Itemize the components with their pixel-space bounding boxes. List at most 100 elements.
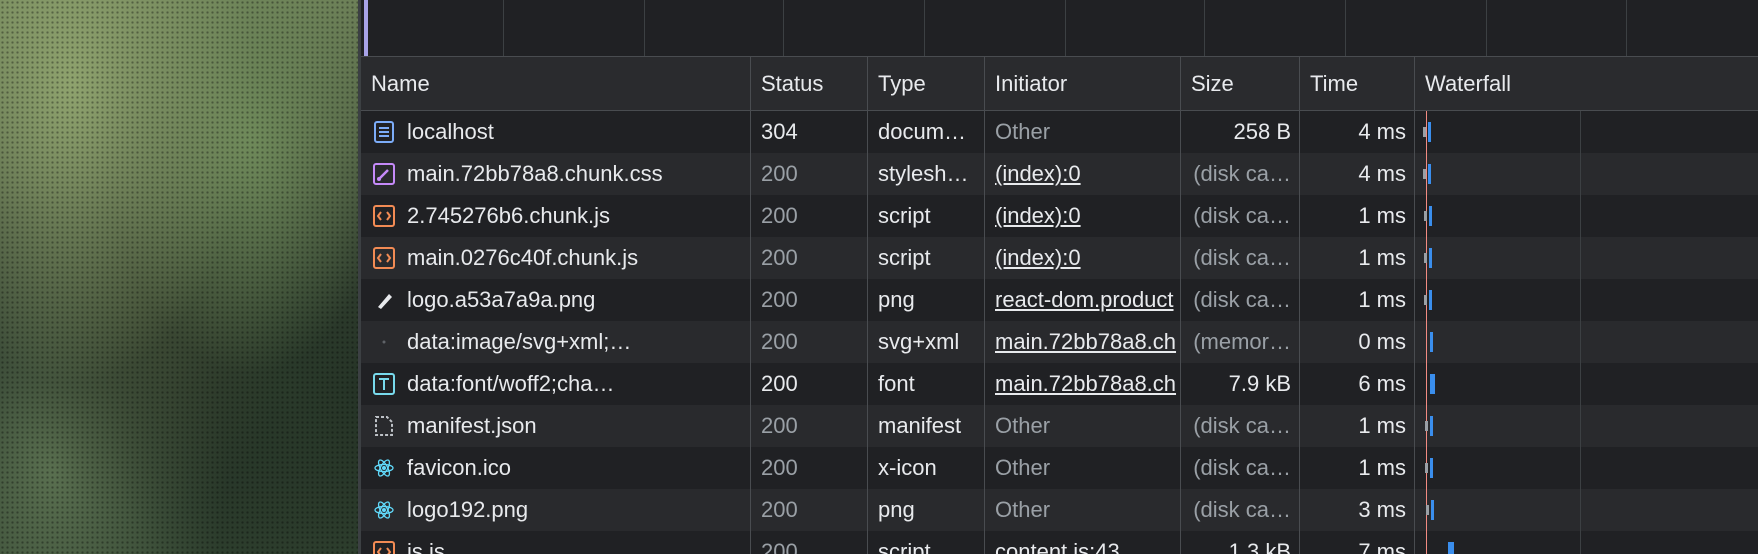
request-name-cell[interactable]: data:image/svg+xml;…	[361, 321, 751, 363]
request-row[interactable]: data:image/svg+xml;… 200 svg+xml main.72bb7…	[361, 321, 1758, 363]
waterfall-queue-bar	[1423, 127, 1426, 137]
overview-grid-line	[1065, 0, 1066, 56]
request-time-cell: 0 ms	[1300, 321, 1415, 363]
column-header-size[interactable]: Size	[1181, 57, 1300, 110]
request-name-cell[interactable]: main.0276c40f.chunk.js	[361, 237, 751, 279]
request-status-cell: 200	[751, 489, 868, 531]
request-initiator-cell[interactable]: react-dom.product	[985, 279, 1181, 321]
request-waterfall-cell	[1415, 279, 1758, 321]
request-type-cell: stylesh…	[868, 153, 985, 195]
request-name-cell[interactable]: logo192.png	[361, 489, 751, 531]
request-name-cell[interactable]: data:font/woff2;cha…	[361, 363, 751, 405]
column-header-waterfall[interactable]: Waterfall	[1415, 57, 1758, 110]
request-name-cell[interactable]: js.js	[361, 531, 751, 554]
column-header-initiator[interactable]: Initiator	[985, 57, 1181, 110]
waterfall-timing-bar[interactable]	[1428, 206, 1432, 226]
waterfall-timing-bar[interactable]	[1430, 500, 1434, 520]
overview-grid-line	[1626, 0, 1627, 56]
waterfall-grid-line	[1580, 363, 1581, 405]
request-time-cell: 4 ms	[1300, 111, 1415, 153]
overview-grid-line	[1345, 0, 1346, 56]
request-row[interactable]: 2.745276b6.chunk.js 200 script (index):0 (di…	[361, 195, 1758, 237]
request-waterfall-cell	[1415, 363, 1758, 405]
request-waterfall-cell	[1415, 489, 1758, 531]
request-time-cell: 1 ms	[1300, 447, 1415, 489]
request-row[interactable]: logo.a53a7a9a.png 200 png react-dom.product…	[361, 279, 1758, 321]
request-time-cell: 1 ms	[1300, 237, 1415, 279]
request-status-cell: 200	[751, 405, 868, 447]
request-row[interactable]: localhost 304 docume… Other 258 B4 ms	[361, 111, 1758, 153]
column-header-time[interactable]: Time	[1300, 57, 1415, 110]
waterfall-grid-line	[1580, 153, 1581, 195]
column-header-status[interactable]: Status	[751, 57, 868, 110]
request-row[interactable]: logo192.png 200 png Other (disk ca… 3 ms	[361, 489, 1758, 531]
request-size-cell: (disk ca…	[1181, 195, 1300, 237]
request-waterfall-cell	[1415, 111, 1758, 153]
request-status-cell: 200	[751, 363, 868, 405]
request-waterfall-cell	[1415, 531, 1758, 554]
request-size-cell: 7.9 kB	[1181, 363, 1300, 405]
waterfall-timing-bar[interactable]	[1429, 374, 1435, 394]
waterfall-timing-bar[interactable]	[1428, 164, 1432, 184]
request-initiator-cell[interactable]: main.72bb78a8.ch	[985, 363, 1181, 405]
waterfall-queue-bar	[1423, 169, 1427, 179]
waterfall-queue-bar	[1425, 505, 1429, 515]
request-initiator-cell[interactable]: content.js:43	[985, 531, 1181, 554]
request-initiator-cell[interactable]: main.72bb78a8.ch	[985, 321, 1181, 363]
request-name-cell[interactable]: localhost	[361, 111, 751, 153]
request-size-cell: (disk ca…	[1181, 489, 1300, 531]
react-icon	[373, 457, 395, 479]
script-icon	[373, 541, 395, 554]
font-icon	[373, 373, 395, 395]
waterfall-timing-bar[interactable]	[1428, 122, 1432, 142]
request-initiator-cell[interactable]: (index):0	[985, 153, 1181, 195]
waterfall-queue-bar	[1424, 295, 1428, 305]
column-header-type[interactable]: Type	[868, 57, 985, 110]
waterfall-grid-line	[1580, 405, 1581, 447]
request-size-cell: (disk ca…	[1181, 237, 1300, 279]
request-type-cell: script	[868, 531, 985, 554]
request-type-cell: png	[868, 279, 985, 321]
waterfall-timing-bar[interactable]	[1429, 332, 1433, 352]
waterfall-queue-bar	[1425, 421, 1429, 431]
request-time-cell: 3 ms	[1300, 489, 1415, 531]
request-type-cell: png	[868, 489, 985, 531]
request-time-cell: 7 ms	[1300, 531, 1415, 554]
request-initiator-cell[interactable]: (index):0	[985, 237, 1181, 279]
request-row[interactable]: main.72bb78a8.chunk.css 200 stylesh… (index…	[361, 153, 1758, 195]
request-name-cell[interactable]: favicon.ico	[361, 447, 751, 489]
request-row[interactable]: favicon.ico 200 x-icon Other (disk ca… 1 ms	[361, 447, 1758, 489]
request-time-cell: 1 ms	[1300, 279, 1415, 321]
request-time-cell: 1 ms	[1300, 195, 1415, 237]
waterfall-grid-line	[1580, 489, 1581, 531]
request-row[interactable]: data:font/woff2;cha… 200 font main.72bb78a8…	[361, 363, 1758, 405]
overview-selection-handle[interactable]	[364, 0, 368, 56]
waterfall-timing-bar[interactable]	[1428, 248, 1432, 268]
request-type-cell: svg+xml	[868, 321, 985, 363]
request-waterfall-cell	[1415, 447, 1758, 489]
waterfall-timing-bar[interactable]	[1429, 290, 1433, 310]
request-size-cell: (disk ca…	[1181, 153, 1300, 195]
request-name-cell[interactable]: manifest.json	[361, 405, 751, 447]
waterfall-timing-bar[interactable]	[1448, 542, 1454, 554]
waterfall-timing-bar[interactable]	[1430, 458, 1434, 478]
request-initiator-cell: Other	[985, 111, 1181, 153]
column-header-name[interactable]: Name	[361, 57, 751, 110]
request-row[interactable]: manifest.json 200 manifest Other (disk ca… 1 …	[361, 405, 1758, 447]
overview-grid-line	[1486, 0, 1487, 56]
request-row[interactable]: js.js 200 script content.js:43 1.3 kB 7 ms	[361, 531, 1758, 554]
waterfall-timing-bar[interactable]	[1430, 416, 1434, 436]
waterfall-grid-line	[1580, 531, 1581, 554]
request-name-cell[interactable]: main.72bb78a8.chunk.css	[361, 153, 751, 195]
request-size-cell: (disk ca…	[1181, 405, 1300, 447]
react-icon	[373, 499, 395, 521]
request-table-header: Name Status Type Initiator Size Time Wat…	[361, 57, 1758, 111]
request-row[interactable]: main.0276c40f.chunk.js 200 script (index):0…	[361, 237, 1758, 279]
network-overview-timeline[interactable]	[361, 0, 1758, 57]
request-name-cell[interactable]: 2.745276b6.chunk.js	[361, 195, 751, 237]
waterfall-grid-line	[1580, 279, 1581, 321]
request-initiator-cell: Other	[985, 489, 1181, 531]
request-initiator-cell[interactable]: (index):0	[985, 195, 1181, 237]
overview-grid-line	[503, 0, 504, 56]
request-name-cell[interactable]: logo.a53a7a9a.png	[361, 279, 751, 321]
